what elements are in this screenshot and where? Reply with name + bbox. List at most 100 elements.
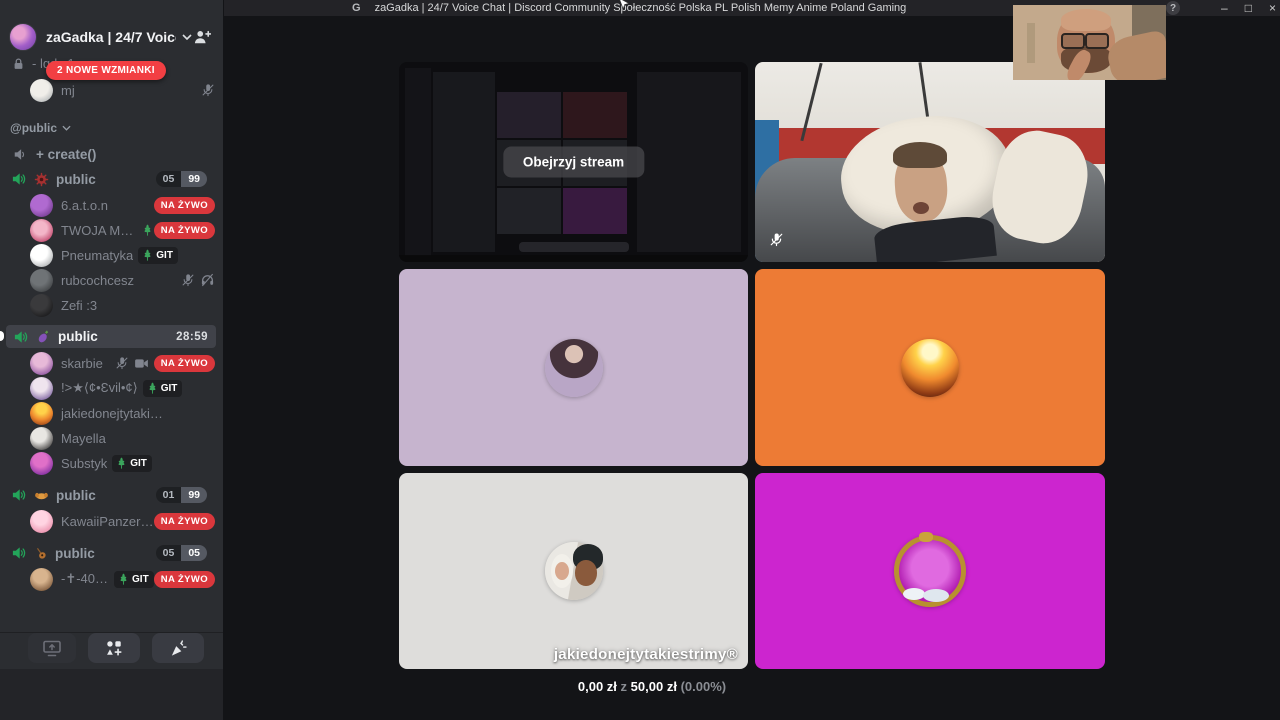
user-panel: kiedonejtytak... ewidoczny <box>0 669 223 720</box>
weed-icon <box>115 457 128 470</box>
member-name: Substyk <box>61 455 108 471</box>
help-button[interactable]: ? <box>1166 1 1180 15</box>
member-count-badge: 01 99 <box>155 487 207 503</box>
stream-watermark: jakiedonejtytakiestrimy® <box>553 646 738 663</box>
create-channel-row[interactable]: + create() <box>12 143 96 165</box>
watch-stream-button[interactable]: Obejrzyj stream <box>502 146 645 178</box>
voice-speaker-icon <box>10 171 27 187</box>
voice-channel-row[interactable]: public 01 99 <box>10 484 215 506</box>
new-mentions-badge[interactable]: 2 NOWE WZMIANKI <box>46 61 166 80</box>
avatar <box>30 509 53 533</box>
voice-connection-panel: ołączono z czatem wideo public / zaGadka… <box>0 595 223 633</box>
channel-name: public <box>58 329 98 344</box>
maximize-button[interactable]: □ <box>1245 1 1252 15</box>
mic-muted-icon <box>115 356 129 370</box>
member-name: KawaiiPanzerGirl... <box>61 513 154 529</box>
member-name: mj <box>61 82 75 98</box>
weed-icon <box>141 224 154 237</box>
server-name: zaGadka | 24/7 Voice C... <box>46 29 176 45</box>
minimize-button[interactable]: – <box>1221 1 1228 15</box>
voice-member-row[interactable]: Substyk GIT <box>30 451 215 475</box>
member-name: skarbie <box>61 355 103 371</box>
voice-member-row[interactable]: TWOJA MATKA NA ŻYWO <box>30 218 215 242</box>
weed-icon <box>141 249 154 262</box>
voice-member-row[interactable]: KawaiiPanzerGirl...NA ŻYWO <box>30 509 215 533</box>
member-name: Zefi :3 <box>61 297 98 313</box>
channel-name: public <box>56 487 96 503</box>
mic-muted-icon <box>769 232 784 252</box>
window-title: zaGadka | 24/7 Voice Chat | Discord Comm… <box>374 2 907 14</box>
eggplant-icon <box>36 329 51 344</box>
member-name: Mayella <box>61 430 106 446</box>
channel-name: public <box>56 171 96 187</box>
avatar <box>30 451 53 475</box>
soundboard-button[interactable] <box>152 633 204 663</box>
share-screen-button[interactable] <box>28 633 76 663</box>
live-badge: NA ŻYWO <box>153 221 215 239</box>
camera-on-icon <box>134 357 149 370</box>
avatar-couple <box>544 542 603 600</box>
voice-member-row[interactable]: Zefi :3 <box>30 293 215 317</box>
avatar-gold-frame <box>894 532 966 607</box>
member-count-badge: 05 05 <box>155 545 207 561</box>
close-button[interactable]: × <box>1269 1 1276 15</box>
git-badge: GIT <box>114 570 154 588</box>
video-tile-offwhite[interactable]: jakiedonejtytakiestrimy® <box>399 473 748 669</box>
voice-member-row[interactable]: !>★⟨¢•Ɛvil•¢⟩ GIT <box>30 376 215 400</box>
avatar <box>30 401 53 425</box>
video-tile-magenta[interactable] <box>755 473 1105 669</box>
avatar <box>30 78 53 102</box>
category-header[interactable]: @public <box>10 121 71 135</box>
voice-member-row[interactable]: jakiedonejtytakiestrimyxD <box>30 401 215 425</box>
video-tile-orange[interactable] <box>755 269 1105 466</box>
avatar <box>30 193 53 217</box>
voice-member-row[interactable]: skarbie NA ŻYWO <box>30 351 215 375</box>
discord-app-window: G zaGadka | 24/7 Voice Chat | Discord Co… <box>0 0 1280 720</box>
video-tile-lavender[interactable] <box>399 269 748 466</box>
browser-globe-icon: G <box>352 2 361 14</box>
voice-speaker-icon <box>10 545 27 561</box>
mouse-cursor-icon <box>618 0 630 18</box>
video-tile-webcam-bed[interactable] <box>755 62 1105 262</box>
live-badge: NA ŻYWO <box>153 196 215 214</box>
avatar <box>30 218 53 242</box>
activities-button[interactable] <box>88 633 140 663</box>
avatar <box>30 293 53 317</box>
voice-member-row[interactable]: mj <box>30 78 215 102</box>
voice-member-row[interactable]: rubcochcesz <box>30 268 215 292</box>
pip-webcam-overlay[interactable] <box>1013 5 1166 80</box>
redgear-icon <box>34 172 49 187</box>
channel-name: public <box>55 545 95 561</box>
create-channel-label: + create() <box>36 146 97 162</box>
mic-muted-icon <box>201 83 215 97</box>
mic-muted-icon <box>181 273 195 287</box>
weed-icon <box>117 573 130 586</box>
voice-member-row[interactable]: 6.a.t.o.n NA ŻYWO <box>30 193 215 217</box>
voice-member-row[interactable]: Pneumatyka GIT <box>30 243 215 267</box>
invite-people-icon[interactable] <box>193 29 211 45</box>
member-name: TWOJA MATKA <box>61 222 136 238</box>
webcam-bed-scene <box>755 62 1105 262</box>
member-name: -✝-40oz-✝- <box>61 571 109 586</box>
voice-channel-row[interactable]: public 05 99 <box>10 168 215 190</box>
goal-current: 0,00 zł <box>577 679 617 694</box>
live-badge: NA ŻYWO <box>153 570 215 588</box>
goal-percent: (0.00%) <box>680 679 727 694</box>
member-name: Pneumatyka <box>61 247 134 263</box>
member-name: 6.a.t.o.n <box>61 197 108 213</box>
voice-member-row[interactable]: -✝-40oz-✝- GITNA ŻYWO <box>30 567 215 591</box>
git-badge: GIT <box>138 246 178 264</box>
goal-target: 50,00 zł <box>630 679 677 694</box>
channel-sidebar: zaGadka | 24/7 Voice C... - lqds 1 2 NOW… <box>0 0 223 720</box>
stream-preview-tile[interactable]: Obejrzyj stream <box>399 62 748 262</box>
member-name: !>★⟨¢•Ɛvil•¢⟩ <box>61 380 138 395</box>
voice-member-row[interactable]: Mayella <box>30 426 215 450</box>
voice-channel-row[interactable]: public 05 05 <box>10 542 215 564</box>
voice-channel-row[interactable]: public 28:59 <box>6 325 216 348</box>
live-badge: NA ŻYWO <box>153 354 215 372</box>
server-header[interactable]: zaGadka | 24/7 Voice C... <box>0 22 223 52</box>
git-badge: GIT <box>112 454 152 472</box>
speaker-icon <box>12 147 28 162</box>
weed-icon <box>146 382 159 395</box>
voice-timer: 28:59 <box>176 330 208 343</box>
